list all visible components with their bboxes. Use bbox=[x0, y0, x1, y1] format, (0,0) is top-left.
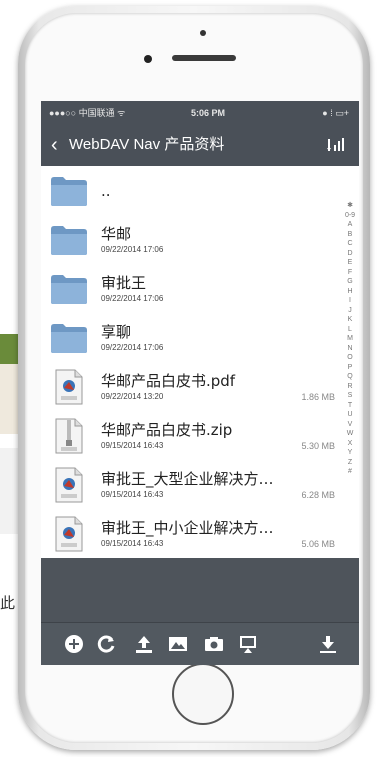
index-letter[interactable]: D bbox=[341, 249, 359, 259]
back-button-label[interactable]: WebDAV Nav bbox=[69, 136, 160, 153]
file-row[interactable]: 华邮产品白皮书.zip 09/15/2014 16:43 5.30 MB bbox=[41, 411, 341, 461]
item-name: 享聊 bbox=[101, 323, 132, 341]
alphabet-index-bar[interactable]: ✱ 0-9 A B C D E F G H I J K L M N O P Q R S T U V W X Y Z # bbox=[341, 166, 359, 558]
phone-screen: ●●●○○ 中国联通 ᯤ 5:06 PM ● ⁞ ▭+ ‹ WebDAV Nav… bbox=[41, 101, 359, 665]
item-name: 审批王_中小企业解决方… bbox=[101, 519, 274, 537]
page-title: 产品资料 bbox=[164, 136, 225, 153]
index-letter[interactable]: M bbox=[341, 334, 359, 344]
folder-icon bbox=[51, 225, 87, 255]
folder-row[interactable]: .. bbox=[41, 166, 341, 216]
file-row[interactable]: 审批王_大型企业解决方… 09/15/2014 16:43 6.28 MB bbox=[41, 460, 341, 510]
index-letter[interactable]: W bbox=[341, 429, 359, 439]
background-side-text: 此 bbox=[0, 594, 16, 612]
home-button[interactable] bbox=[172, 663, 234, 725]
index-letter[interactable]: Q bbox=[341, 372, 359, 382]
camera-icon[interactable] bbox=[203, 633, 225, 655]
item-name: 华邮产品白皮书.zip bbox=[101, 421, 233, 439]
index-letter[interactable]: Z bbox=[341, 458, 359, 468]
file-list: .. 华邮 09/22/2014 17:06 审批王 09/22/2014 17:06 享… bbox=[41, 166, 341, 558]
item-size: 5.06 MB bbox=[301, 539, 335, 549]
status-bar: ●●●○○ 中国联通 ᯤ 5:06 PM ● ⁞ ▭+ bbox=[41, 101, 359, 125]
front-camera bbox=[144, 55, 152, 63]
index-letter[interactable]: T bbox=[341, 401, 359, 411]
zip-file-icon bbox=[55, 418, 83, 454]
index-letter[interactable]: N bbox=[341, 344, 359, 354]
item-name: 华邮产品白皮书.pdf bbox=[101, 372, 236, 390]
screen-share-icon[interactable] bbox=[237, 633, 259, 655]
index-letter[interactable]: K bbox=[341, 315, 359, 325]
index-letter[interactable]: ✱ bbox=[341, 201, 359, 211]
status-time: 5:06 PM bbox=[191, 108, 226, 118]
item-size: 1.86 MB bbox=[301, 392, 335, 402]
item-date: 09/22/2014 13:20 bbox=[101, 392, 164, 401]
nav-title-group[interactable]: WebDAV Nav 产品资料 bbox=[69, 125, 224, 165]
index-letter[interactable]: U bbox=[341, 410, 359, 420]
file-row[interactable]: 审批王_中小企业解决方… 09/15/2014 16:43 5.06 MB bbox=[41, 509, 341, 559]
item-date: 09/22/2014 17:06 bbox=[101, 343, 164, 352]
item-date: 09/22/2014 17:06 bbox=[101, 294, 164, 303]
folder-row[interactable]: 华邮 09/22/2014 17:06 bbox=[41, 215, 341, 265]
upload-icon[interactable] bbox=[133, 633, 155, 655]
item-name: 审批王_大型企业解决方… bbox=[101, 470, 274, 488]
folder-icon bbox=[51, 176, 87, 206]
item-size: 6.28 MB bbox=[301, 490, 335, 500]
status-battery: ● ⁞ ▭+ bbox=[322, 108, 349, 118]
index-letter[interactable]: A bbox=[341, 220, 359, 230]
index-letter[interactable]: H bbox=[341, 287, 359, 297]
back-chevron-icon[interactable]: ‹ bbox=[51, 125, 58, 165]
index-letter[interactable]: B bbox=[341, 230, 359, 240]
refresh-icon[interactable] bbox=[95, 633, 117, 655]
bottom-toolbar bbox=[41, 622, 359, 665]
index-letter[interactable]: # bbox=[341, 467, 359, 477]
index-letter[interactable]: P bbox=[341, 363, 359, 373]
status-carrier: ●●●○○ 中国联通 ᯤ bbox=[49, 108, 126, 118]
index-letter[interactable]: I bbox=[341, 296, 359, 306]
item-size: 5.30 MB bbox=[301, 441, 335, 451]
index-letter[interactable]: J bbox=[341, 306, 359, 316]
item-date: 09/15/2014 16:43 bbox=[101, 441, 164, 450]
sort-icon[interactable] bbox=[327, 137, 345, 153]
index-letter[interactable]: X bbox=[341, 439, 359, 449]
index-letter[interactable]: G bbox=[341, 277, 359, 287]
pdf-file-icon bbox=[55, 467, 83, 503]
add-icon[interactable] bbox=[63, 633, 85, 655]
index-letter[interactable]: C bbox=[341, 239, 359, 249]
item-name: 华邮 bbox=[101, 225, 132, 243]
item-date: 09/22/2014 17:06 bbox=[101, 245, 164, 254]
index-letter[interactable]: R bbox=[341, 382, 359, 392]
folder-icon bbox=[51, 274, 87, 304]
index-letter[interactable]: Y bbox=[341, 448, 359, 458]
index-letter[interactable]: F bbox=[341, 268, 359, 278]
empty-list-area bbox=[41, 558, 359, 622]
folder-row[interactable]: 享聊 09/22/2014 17:06 bbox=[41, 313, 341, 363]
index-letter[interactable]: S bbox=[341, 391, 359, 401]
index-letter[interactable]: V bbox=[341, 420, 359, 430]
index-letter[interactable]: L bbox=[341, 325, 359, 335]
file-row[interactable]: 华邮产品白皮书.pdf 09/22/2014 13:20 1.86 MB bbox=[41, 362, 341, 412]
folder-icon bbox=[51, 323, 87, 353]
index-letter[interactable]: 0-9 bbox=[341, 211, 359, 221]
item-name: 审批王 bbox=[101, 274, 147, 292]
front-sensor bbox=[200, 30, 206, 36]
earpiece-speaker bbox=[172, 55, 236, 61]
folder-row[interactable]: 审批王 09/22/2014 17:06 bbox=[41, 264, 341, 314]
photo-library-icon[interactable] bbox=[167, 633, 189, 655]
navigation-bar: ‹ WebDAV Nav 产品资料 bbox=[41, 125, 359, 165]
item-date: 09/15/2014 16:43 bbox=[101, 490, 164, 499]
download-icon[interactable] bbox=[317, 633, 339, 655]
item-name: .. bbox=[101, 182, 111, 200]
index-letter[interactable]: O bbox=[341, 353, 359, 363]
pdf-file-icon bbox=[55, 516, 83, 552]
index-letter[interactable]: E bbox=[341, 258, 359, 268]
item-date: 09/15/2014 16:43 bbox=[101, 539, 164, 548]
pdf-file-icon bbox=[55, 369, 83, 405]
